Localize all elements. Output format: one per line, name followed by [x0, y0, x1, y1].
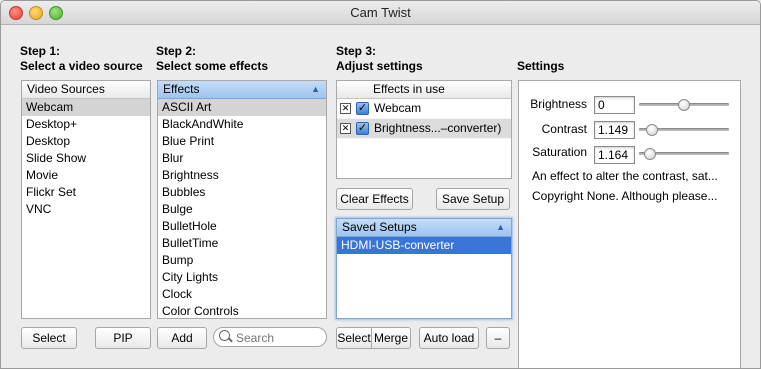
effect-in-use-row[interactable]: ✕ ✓ Webcam — [337, 99, 511, 119]
effect-item[interactable]: City Lights — [158, 269, 326, 286]
video-source-item[interactable]: Webcam — [22, 99, 150, 116]
saved-setup-item[interactable]: HDMI-USB-converter — [337, 237, 511, 254]
clear-effects-button[interactable]: Clear Effects — [336, 188, 413, 210]
step3-heading: Step 3: Adjust settings — [336, 44, 423, 74]
saturation-field[interactable]: 1.164 — [594, 146, 635, 164]
effect-item[interactable]: Clock — [158, 286, 326, 303]
effect-item[interactable]: BulletTime — [158, 235, 326, 252]
video-source-item[interactable]: Desktop+ — [22, 116, 150, 133]
effect-item[interactable]: ASCII Art — [158, 99, 326, 116]
effects-in-use-table[interactable]: Effects in use ✕ ✓ Webcam ✕ ✓ Brightness...–c… — [336, 80, 512, 179]
effects-header-label: Effects — [163, 82, 200, 96]
effect-in-use-label: Webcam — [374, 101, 422, 115]
video-source-item[interactable]: Flickr Set — [22, 184, 150, 201]
select-source-button[interactable]: Select — [21, 327, 77, 349]
effect-item[interactable]: Bulge — [158, 201, 326, 218]
settings-panel: Brightness 0 Contrast 1.149 Saturation 1… — [518, 80, 741, 368]
brightness-label: Brightness — [530, 97, 587, 111]
search-icon — [219, 330, 230, 341]
effect-item[interactable]: Bubbles — [158, 184, 326, 201]
contrast-field[interactable]: 1.149 — [594, 121, 635, 139]
effects-header[interactable]: Effects ▲ — [158, 81, 326, 99]
step3-title: Step 3: — [336, 44, 377, 58]
contrast-label: Contrast — [541, 122, 587, 136]
saturation-slider-knob[interactable] — [643, 148, 656, 160]
effect-item[interactable]: BlackAndWhite — [158, 116, 326, 133]
step2-heading: Step 2: Select some effects — [156, 44, 268, 74]
saturation-label: Saturation — [532, 145, 587, 159]
merge-setup-button[interactable]: Merge — [371, 327, 411, 349]
remove-effect-icon[interactable]: ✕ — [340, 123, 351, 134]
step2-title: Step 2: — [156, 44, 197, 58]
effect-item[interactable]: BulletHole — [158, 218, 326, 235]
video-source-item[interactable]: Desktop — [22, 133, 150, 150]
saved-setups-list[interactable]: Saved Setups ▲ HDMI-USB-converter — [336, 218, 512, 319]
title-bar: Cam Twist — [1, 1, 760, 25]
effect-item[interactable]: Color Controls — [158, 303, 326, 318]
search-input[interactable] — [234, 329, 326, 346]
step1-heading: Step 1: Select a video source — [20, 44, 143, 74]
sort-ascending-icon: ▲ — [311, 84, 320, 94]
remove-setup-button[interactable]: – — [486, 327, 510, 349]
effect-item[interactable]: Blur — [158, 150, 326, 167]
effects-in-use-header[interactable]: Effects in use — [337, 81, 511, 99]
save-setup-button[interactable]: Save Setup — [436, 188, 510, 210]
step3-subtitle: Adjust settings — [336, 59, 423, 73]
effect-item[interactable]: Bump — [158, 252, 326, 269]
contrast-slider-knob[interactable] — [646, 124, 659, 136]
select-setup-button[interactable]: Select — [336, 327, 372, 349]
remove-effect-icon[interactable]: ✕ — [340, 103, 351, 114]
effect-copyright: Copyright None. Although please... — [532, 189, 718, 203]
step1-title: Step 1: — [20, 44, 61, 58]
sort-ascending-icon: ▲ — [496, 222, 505, 232]
effect-in-use-row[interactable]: ✕ ✓ Brightness...–converter) — [337, 119, 511, 139]
effect-description: An effect to alter the contrast, sat... — [532, 169, 718, 183]
enabled-checkbox[interactable]: ✓ — [356, 102, 369, 115]
auto-load-button[interactable]: Auto load — [419, 327, 479, 349]
video-sources-list[interactable]: Video Sources Webcam Desktop+ Desktop Slide… — [21, 80, 151, 319]
step1-subtitle: Select a video source — [20, 59, 143, 73]
brightness-field[interactable]: 0 — [594, 96, 635, 114]
video-source-item[interactable]: Slide Show — [22, 150, 150, 167]
saved-setups-header[interactable]: Saved Setups ▲ — [337, 219, 511, 237]
brightness-slider-knob[interactable] — [678, 99, 690, 111]
camtwist-window: Cam Twist Step 1: Select a video source … — [0, 0, 761, 369]
video-source-item[interactable]: Movie — [22, 167, 150, 184]
saved-setups-header-label: Saved Setups — [342, 220, 417, 234]
effects-list[interactable]: Effects ▲ ASCII Art BlackAndWhite Blue Pri… — [157, 80, 327, 319]
video-sources-header[interactable]: Video Sources — [22, 81, 150, 99]
video-source-item[interactable]: VNC — [22, 201, 150, 218]
step2-subtitle: Select some effects — [156, 59, 269, 73]
pip-button[interactable]: PIP — [95, 327, 151, 349]
effect-item[interactable]: Blue Print — [158, 133, 326, 150]
effects-search[interactable] — [213, 327, 327, 347]
enabled-checkbox[interactable]: ✓ — [356, 122, 369, 135]
settings-heading: Settings — [517, 59, 565, 73]
effect-item[interactable]: Brightness — [158, 167, 326, 184]
effect-in-use-label: Brightness...–converter) — [374, 121, 502, 135]
add-effect-button[interactable]: Add — [157, 327, 207, 349]
window-title: Cam Twist — [350, 5, 411, 20]
